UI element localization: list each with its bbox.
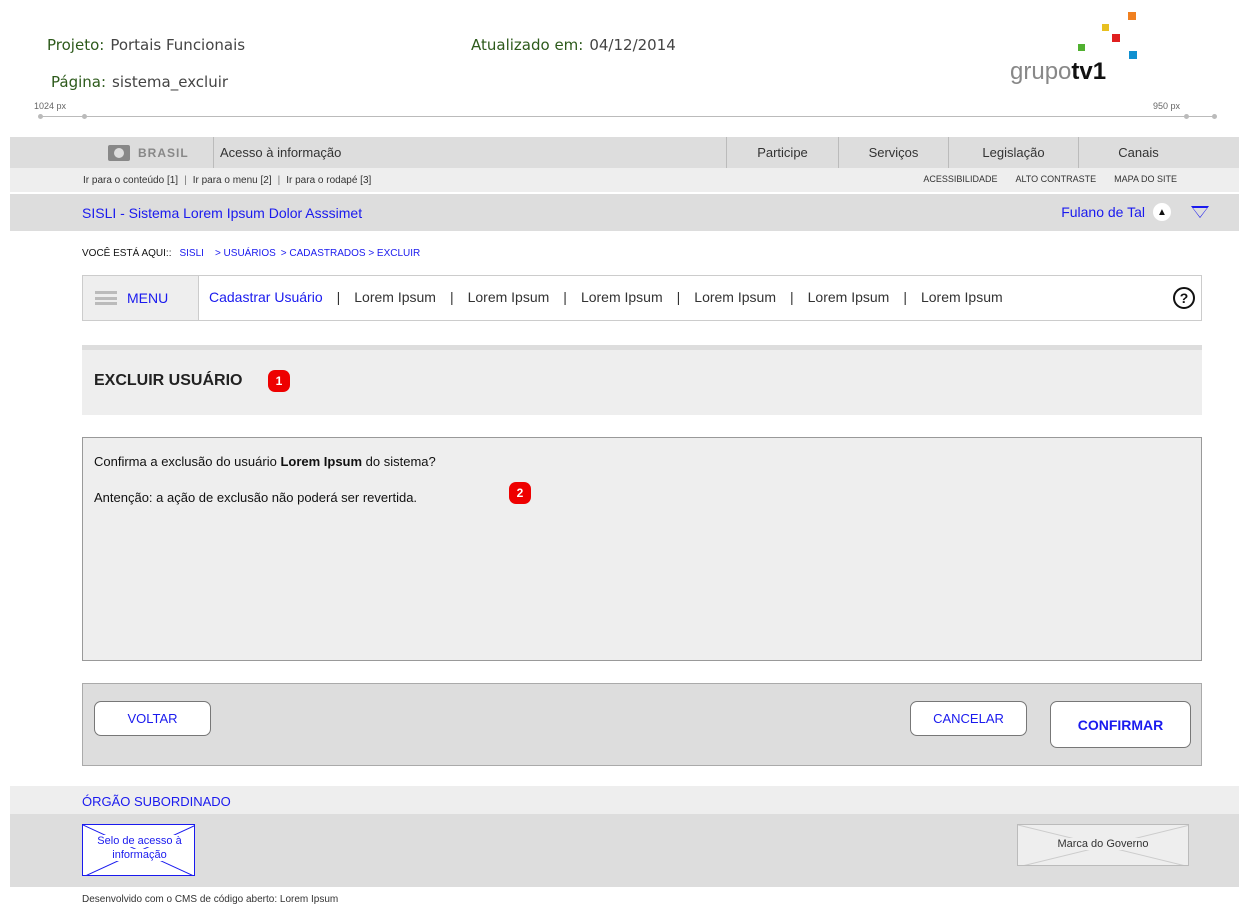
selo-text-line2: informação xyxy=(112,849,167,861)
updated-label: Atualizado em: xyxy=(471,36,584,54)
skip-to-content-link[interactable]: Ir para o conteúdo [1] xyxy=(83,175,178,186)
menu-item[interactable]: Lorem Ipsum xyxy=(921,289,1003,305)
updated-value: 04/12/2014 xyxy=(589,36,676,54)
acesso-informacao-link[interactable]: Acesso à informação xyxy=(220,145,341,160)
gov-nav-servicos[interactable]: Serviços xyxy=(838,137,948,168)
breadcrumb-sisli[interactable]: SISLI xyxy=(179,248,203,259)
separator: | xyxy=(184,175,187,186)
ruler-marker xyxy=(1212,114,1217,119)
menu-item[interactable]: Lorem Ipsum xyxy=(468,289,550,305)
menu-separator: | xyxy=(903,289,907,305)
page-title: EXCLUIR USUÁRIO xyxy=(94,372,243,389)
menu-separator: | xyxy=(563,289,567,305)
orgao-subordinado-link[interactable]: ÓRGÃO SUBORDINADO xyxy=(82,794,231,809)
dropdown-triangle-icon[interactable] xyxy=(1191,206,1209,218)
selo-acesso-informacao[interactable]: Selo de acesso à informação xyxy=(82,824,195,876)
brasil-flag-icon xyxy=(108,144,130,161)
footer-orgao-bar: ÓRGÃO SUBORDINADO xyxy=(10,786,1239,814)
content-panel: Confirma a exclusão do usuário Lorem Ips… xyxy=(82,437,1202,661)
menu-item[interactable]: Lorem Ipsum xyxy=(581,289,663,305)
project-label: Projeto: xyxy=(47,36,105,54)
menu-bar: MENU Cadastrar Usuário | Lorem Ipsum | L… xyxy=(82,275,1202,321)
menu-separator: | xyxy=(336,289,341,305)
user-name[interactable]: Fulano de Tal xyxy=(1061,204,1145,220)
project-info: Projeto: Portais Funcionais xyxy=(47,36,245,55)
ruler-left-label: 1024 px xyxy=(34,101,67,111)
logo-square-icon xyxy=(1129,51,1137,59)
logo-square-icon xyxy=(1078,44,1085,51)
page-value: sistema_excluir xyxy=(112,73,229,91)
gov-nav-legislacao[interactable]: Legislação xyxy=(948,137,1078,168)
separator: | xyxy=(277,175,281,186)
confirmar-button[interactable]: CONFIRMAR xyxy=(1050,701,1191,748)
logo-text: grupotv1 xyxy=(1010,58,1106,86)
ruler-line xyxy=(40,116,1215,117)
menu-item[interactable]: Lorem Ipsum xyxy=(694,289,776,305)
selo-text: Selo de acesso à informação xyxy=(87,834,192,862)
menu-items: Cadastrar Usuário | Lorem Ipsum | Lorem … xyxy=(209,289,1003,305)
selo-text-line1: Selo de acesso à xyxy=(97,835,182,847)
breadcrumb-usuarios[interactable]: > USUÁRIOS xyxy=(215,248,276,259)
marca-label: Marca do Governo xyxy=(1054,838,1152,850)
title-panel: EXCLUIR USUÁRIO 1 xyxy=(82,345,1202,415)
skip-to-menu-link[interactable]: Ir para o menu [2] xyxy=(193,175,272,186)
system-bar: SISLI - Sistema Lorem Ipsum Dolor Asssim… xyxy=(10,194,1239,231)
system-title[interactable]: SISLI - Sistema Lorem Ipsum Dolor Asssim… xyxy=(82,205,362,221)
marca-text: Marca do Governo xyxy=(1018,838,1188,850)
updated-info: Atualizado em: 04/12/2014 xyxy=(471,36,676,55)
ruler-marker xyxy=(1184,114,1189,119)
menu-toggle[interactable]: MENU xyxy=(83,276,199,320)
breadcrumb-cadastrados-excluir[interactable]: > CADASTRADOS > EXCLUIR xyxy=(281,248,420,259)
footer-bar: Selo de acesso à informação Marca do Gove… xyxy=(10,814,1239,887)
hamburger-icon xyxy=(95,291,117,305)
ruler-marker xyxy=(38,114,43,119)
confirm-user-name: Lorem Ipsum xyxy=(280,454,363,469)
ruler-marker xyxy=(82,114,87,119)
menu-item[interactable]: Lorem Ipsum xyxy=(354,289,436,305)
confirm-message-post: do sistema? xyxy=(362,454,436,469)
ruler-right-label: 950 px xyxy=(1153,101,1181,111)
logo-text-grupo: grupo xyxy=(1010,58,1072,85)
grupotv1-logo: grupotv1 xyxy=(1010,10,1150,100)
confirm-message: Confirma a exclusão do usuário Lorem Ips… xyxy=(94,454,436,469)
mapa-do-site-link[interactable]: MAPA DO SITE xyxy=(1114,174,1177,184)
developed-with-text: Desenvolvido com o CMS de código aberto:… xyxy=(82,894,339,905)
breadcrumb-label: VOCÊ ESTÁ AQUI:: xyxy=(82,248,172,259)
confirm-message-pre: Confirma a exclusão do usuário xyxy=(94,454,281,469)
acessibilidade-link[interactable]: ACESSIBILIDADE xyxy=(923,174,997,184)
button-panel: VOLTAR CANCELAR CONFIRMAR xyxy=(82,683,1202,766)
page-label: Página: xyxy=(51,73,107,91)
warning-message: Antenção: a ação de exclusão não poderá … xyxy=(94,490,418,505)
skip-links: Ir para o conteúdo [1] | Ir para o menu … xyxy=(83,175,371,186)
menu-separator: | xyxy=(449,289,454,305)
annotation-badge-1: 1 xyxy=(268,370,290,392)
user-icon[interactable]: ▲ xyxy=(1153,203,1171,221)
logo-square-icon xyxy=(1102,24,1109,31)
menu-label: MENU xyxy=(127,290,169,306)
skip-to-footer-link[interactable]: Ir para o rodapé [3] xyxy=(286,175,371,186)
menu-item-cadastrar-usuario[interactable]: Cadastrar Usuário xyxy=(209,289,323,305)
menu-separator: | xyxy=(676,289,681,305)
page-info: Página: sistema_excluir xyxy=(51,73,228,92)
gov-nav-canais[interactable]: Canais xyxy=(1078,137,1198,168)
alto-contraste-link[interactable]: ALTO CONTRASTE xyxy=(1015,174,1096,184)
annotation-badge-2: 2 xyxy=(509,482,531,504)
menu-item[interactable]: Lorem Ipsum xyxy=(808,289,890,305)
skip-links-bar: Ir para o conteúdo [1] | Ir para o menu … xyxy=(10,168,1239,192)
brasil-label: BRASIL xyxy=(138,145,189,160)
brasil-link[interactable]: BRASIL xyxy=(96,137,214,168)
logo-square-icon xyxy=(1112,34,1120,42)
accessibility-links: ACESSIBILIDADE ALTO CONTRASTE MAPA DO SI… xyxy=(923,174,1177,184)
project-value: Portais Funcionais xyxy=(110,36,246,54)
logo-square-icon xyxy=(1128,12,1136,20)
breadcrumb: VOCÊ ESTÁ AQUI:: SISLI > USUÁRIOS > CADA… xyxy=(82,248,420,259)
logo-text-tv1: tv1 xyxy=(1071,58,1107,85)
gov-bar: BRASIL Acesso à informação Participe Ser… xyxy=(10,137,1239,168)
help-icon[interactable]: ? xyxy=(1173,287,1195,309)
gov-nav-participe[interactable]: Participe xyxy=(726,137,838,168)
menu-separator: | xyxy=(789,289,794,305)
cancelar-button[interactable]: CANCELAR xyxy=(910,701,1027,736)
voltar-button[interactable]: VOLTAR xyxy=(94,701,211,736)
marca-do-governo[interactable]: Marca do Governo xyxy=(1017,824,1189,866)
